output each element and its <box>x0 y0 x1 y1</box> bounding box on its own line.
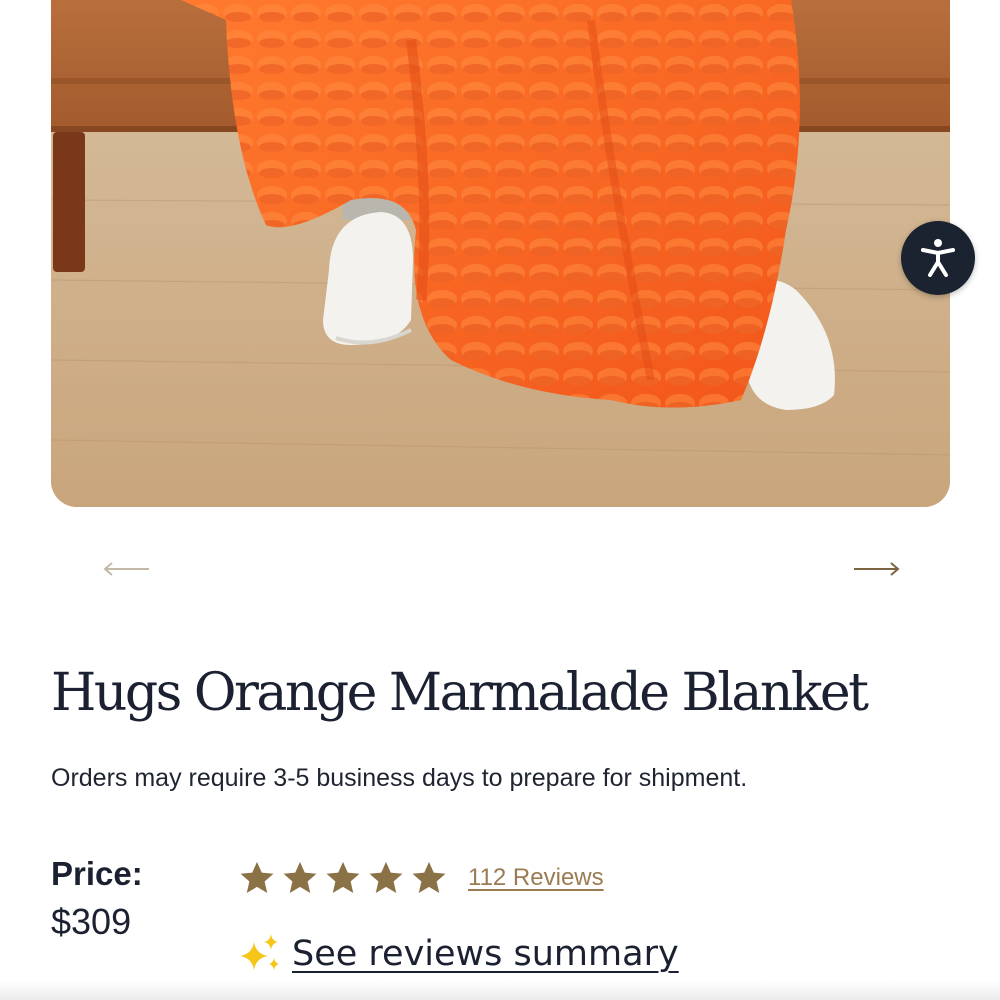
product-photo <box>51 0 950 507</box>
carousel-prev-button[interactable] <box>101 556 151 582</box>
star-rating <box>238 859 448 897</box>
shipping-note: Orders may require 3-5 business days to … <box>51 764 748 792</box>
carousel-next-button[interactable] <box>852 556 902 582</box>
star-icon <box>326 861 360 894</box>
price-value: $309 <box>51 901 132 942</box>
star-icon <box>412 861 446 894</box>
bottom-shadow <box>0 980 1000 1000</box>
product-image[interactable] <box>51 0 950 507</box>
accessibility-button[interactable] <box>901 221 975 295</box>
star-icon <box>369 861 403 894</box>
reviews-link[interactable]: 112 Reviews <box>468 864 604 892</box>
rating: 112 Reviews <box>238 859 604 897</box>
price-label: Price: <box>51 855 143 892</box>
accessibility-icon <box>921 239 955 277</box>
reviews-summary-button[interactable]: See reviews summary <box>238 932 679 976</box>
reviews-summary-link[interactable]: See reviews summary <box>292 934 679 974</box>
product-page: Hugs Orange Marmalade Blanket Orders may… <box>0 0 1000 1000</box>
product-title: Hugs Orange Marmalade Blanket <box>51 663 869 723</box>
star-icon <box>240 861 274 894</box>
sparkle-icon <box>240 934 279 970</box>
arrow-right-icon <box>854 562 900 576</box>
star-icon <box>283 861 317 894</box>
arrow-left-icon <box>103 562 149 576</box>
